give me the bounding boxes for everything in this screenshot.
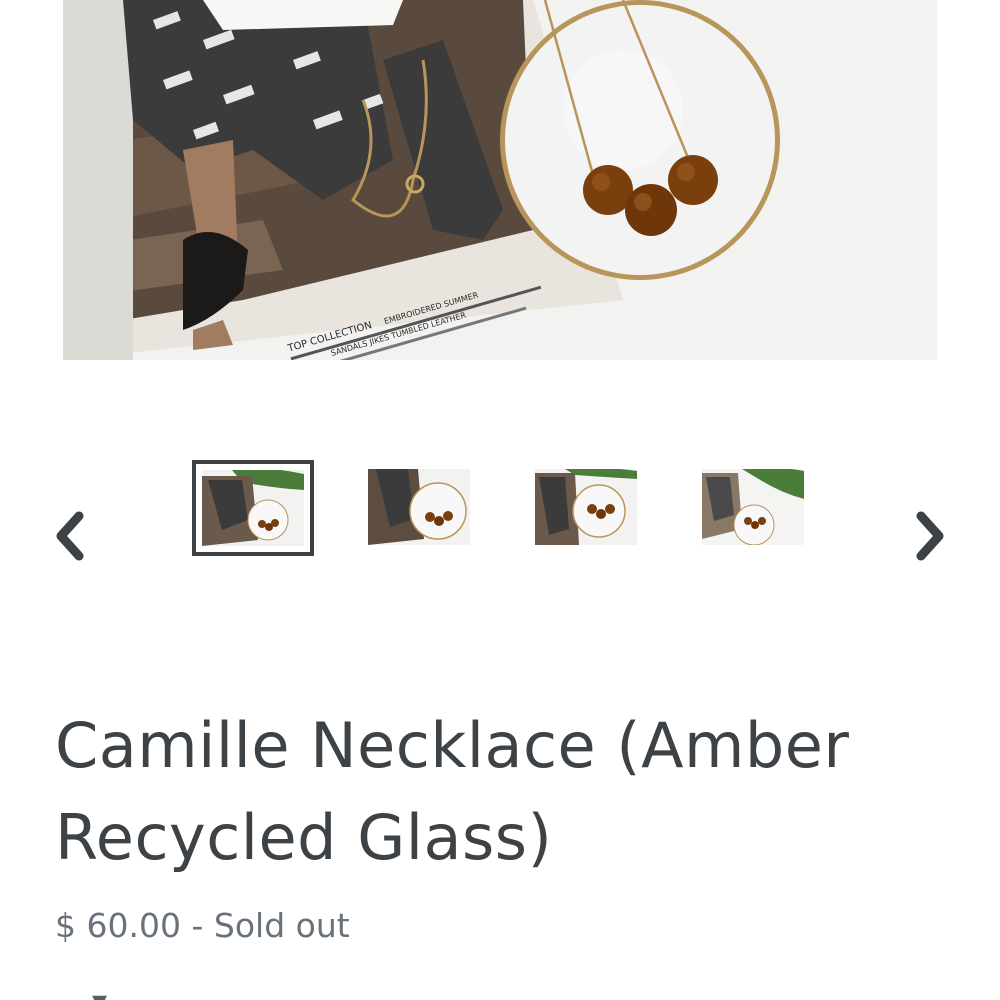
thumbnail-1[interactable]: [192, 460, 314, 556]
price-status-line: $ 60.00 - Sold out: [55, 904, 350, 948]
price-separator: -: [191, 906, 204, 945]
main-product-image[interactable]: TOP COLLECTION EMBROIDERED SUMMER SANDAL…: [63, 0, 937, 360]
thumbnail-4[interactable]: [702, 469, 804, 545]
cut-off-option-text: ▾ ...: [92, 982, 145, 1000]
sold-out-status: Sold out: [213, 906, 350, 945]
chevron-right-icon[interactable]: [908, 506, 952, 566]
product-title: Camille Necklace (Amber Recycled Glass): [55, 709, 850, 874]
product-price: $ 60.00: [55, 906, 181, 945]
chevron-left-icon[interactable]: [48, 506, 92, 566]
product-page: TOP COLLECTION EMBROIDERED SUMMER SANDAL…: [0, 0, 1000, 1000]
thumbnail-3[interactable]: [535, 469, 637, 545]
thumbnail-carousel: [0, 450, 1000, 630]
thumbnail-2[interactable]: [368, 469, 470, 545]
